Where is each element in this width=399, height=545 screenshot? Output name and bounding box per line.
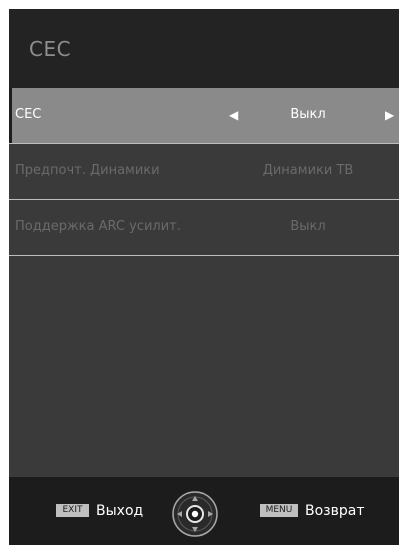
- exit-key-badge[interactable]: EXIT: [56, 504, 89, 517]
- footer-bar: EXIT Выход MENU Возврат: [9, 477, 399, 545]
- arrow-left-icon[interactable]: ◀: [229, 107, 238, 123]
- menu-row-cec[interactable]: CEC ◀ Выкл ▶: [9, 88, 399, 143]
- row-label-preferred-speakers: Предпочт. Динамики: [15, 163, 160, 178]
- menu-key-badge[interactable]: MENU: [260, 504, 298, 517]
- row-label-cec: CEC: [15, 107, 42, 122]
- row-value-preferred-speakers: Динамики ТВ: [262, 163, 354, 178]
- row-divider: [9, 255, 399, 256]
- row-value-arc-support: Выкл: [290, 219, 326, 234]
- menu-header: CEC: [9, 9, 399, 88]
- menu-row-arc-support[interactable]: Поддержка ARC усилит. Выкл: [9, 200, 399, 255]
- row-value-cec: Выкл: [290, 107, 326, 122]
- dpad-icon: [172, 491, 218, 537]
- menu-row-preferred-speakers[interactable]: Предпочт. Динамики Динамики ТВ: [9, 144, 399, 199]
- row-label-arc-support: Поддержка ARC усилит.: [15, 219, 181, 234]
- exit-label: Выход: [96, 503, 144, 519]
- cec-menu-panel: CEC CEC ◀ Выкл ▶ Предпочт. Динамики Дина…: [9, 9, 399, 545]
- arrow-right-icon[interactable]: ▶: [385, 107, 394, 123]
- back-label: Возврат: [305, 503, 365, 519]
- menu-title: CEC: [29, 37, 72, 61]
